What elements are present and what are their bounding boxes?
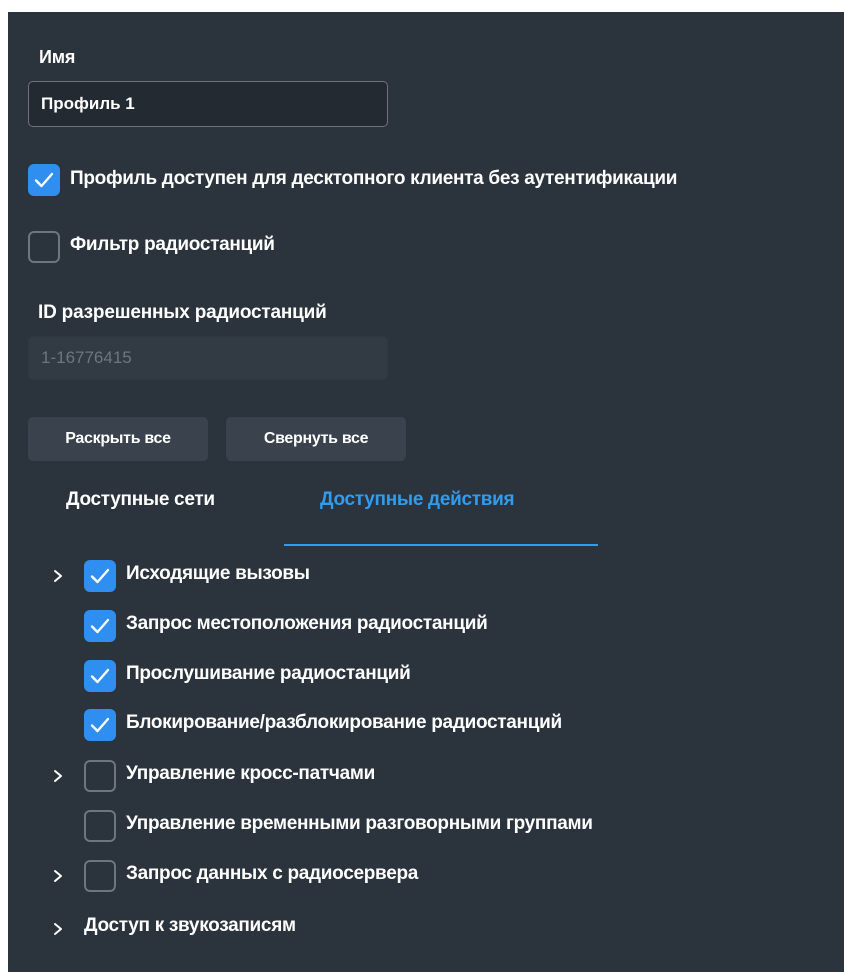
- tab-available-actions[interactable]: Доступные действия: [320, 489, 515, 511]
- tree-item-label[interactable]: Доступ к звукозаписям: [84, 915, 296, 937]
- temp-talkgroups-checkbox[interactable]: [84, 810, 116, 842]
- check-icon: [34, 172, 54, 188]
- radioserver-data-checkbox[interactable]: [84, 860, 116, 892]
- desktop-access-label: Профиль доступен для десктопного клиента…: [70, 168, 678, 189]
- check-icon: [90, 568, 110, 584]
- name-input[interactable]: Профиль 1: [28, 81, 388, 127]
- tree-item-label: Запрос данных с радиосервера: [126, 863, 419, 884]
- tree-item-label: Прослушивание радиостанций: [126, 663, 411, 684]
- allowed-ids-placeholder: 1-16776415: [41, 348, 132, 367]
- profile-settings-panel: Имя Профиль 1 Профиль доступен для дескт…: [8, 12, 844, 972]
- name-input-value: Профиль 1: [41, 94, 135, 113]
- tree-item-label: Управление кросс-патчами: [126, 763, 375, 784]
- radio-filter-checkbox[interactable]: [28, 231, 60, 263]
- tree-item-label: Блокирование/разблокирование радиостанци…: [126, 712, 562, 733]
- check-icon: [90, 717, 110, 733]
- radio-filter-label: Фильтр радиостанций: [70, 234, 275, 255]
- tree-item-label: Запрос местоположения радиостанций: [126, 613, 488, 634]
- desktop-access-checkbox[interactable]: [28, 164, 60, 196]
- chevron-right-icon[interactable]: [51, 922, 65, 936]
- monitoring-checkbox[interactable]: [84, 660, 116, 692]
- tree-item-label: Управление временными разговорными групп…: [126, 813, 593, 834]
- block-unblock-checkbox[interactable]: [84, 709, 116, 741]
- chevron-right-icon[interactable]: [51, 569, 65, 583]
- collapse-all-button[interactable]: Свернуть все: [226, 417, 406, 461]
- tree-item-label: Исходящие вызовы: [126, 563, 310, 584]
- active-tab-indicator: [284, 544, 598, 546]
- name-label: Имя: [39, 47, 76, 67]
- tab-available-networks[interactable]: Доступные сети: [66, 489, 215, 511]
- location-request-checkbox[interactable]: [84, 610, 116, 642]
- check-icon: [90, 618, 110, 634]
- chevron-right-icon[interactable]: [51, 769, 65, 783]
- allowed-ids-input: 1-16776415: [28, 336, 388, 380]
- chevron-right-icon[interactable]: [51, 869, 65, 883]
- allowed-ids-label: ID разрешенных радиостанций: [38, 302, 327, 323]
- check-icon: [90, 668, 110, 684]
- outgoing-calls-checkbox[interactable]: [84, 560, 116, 592]
- crosspatch-checkbox[interactable]: [84, 760, 116, 792]
- expand-all-button[interactable]: Раскрыть все: [28, 417, 208, 461]
